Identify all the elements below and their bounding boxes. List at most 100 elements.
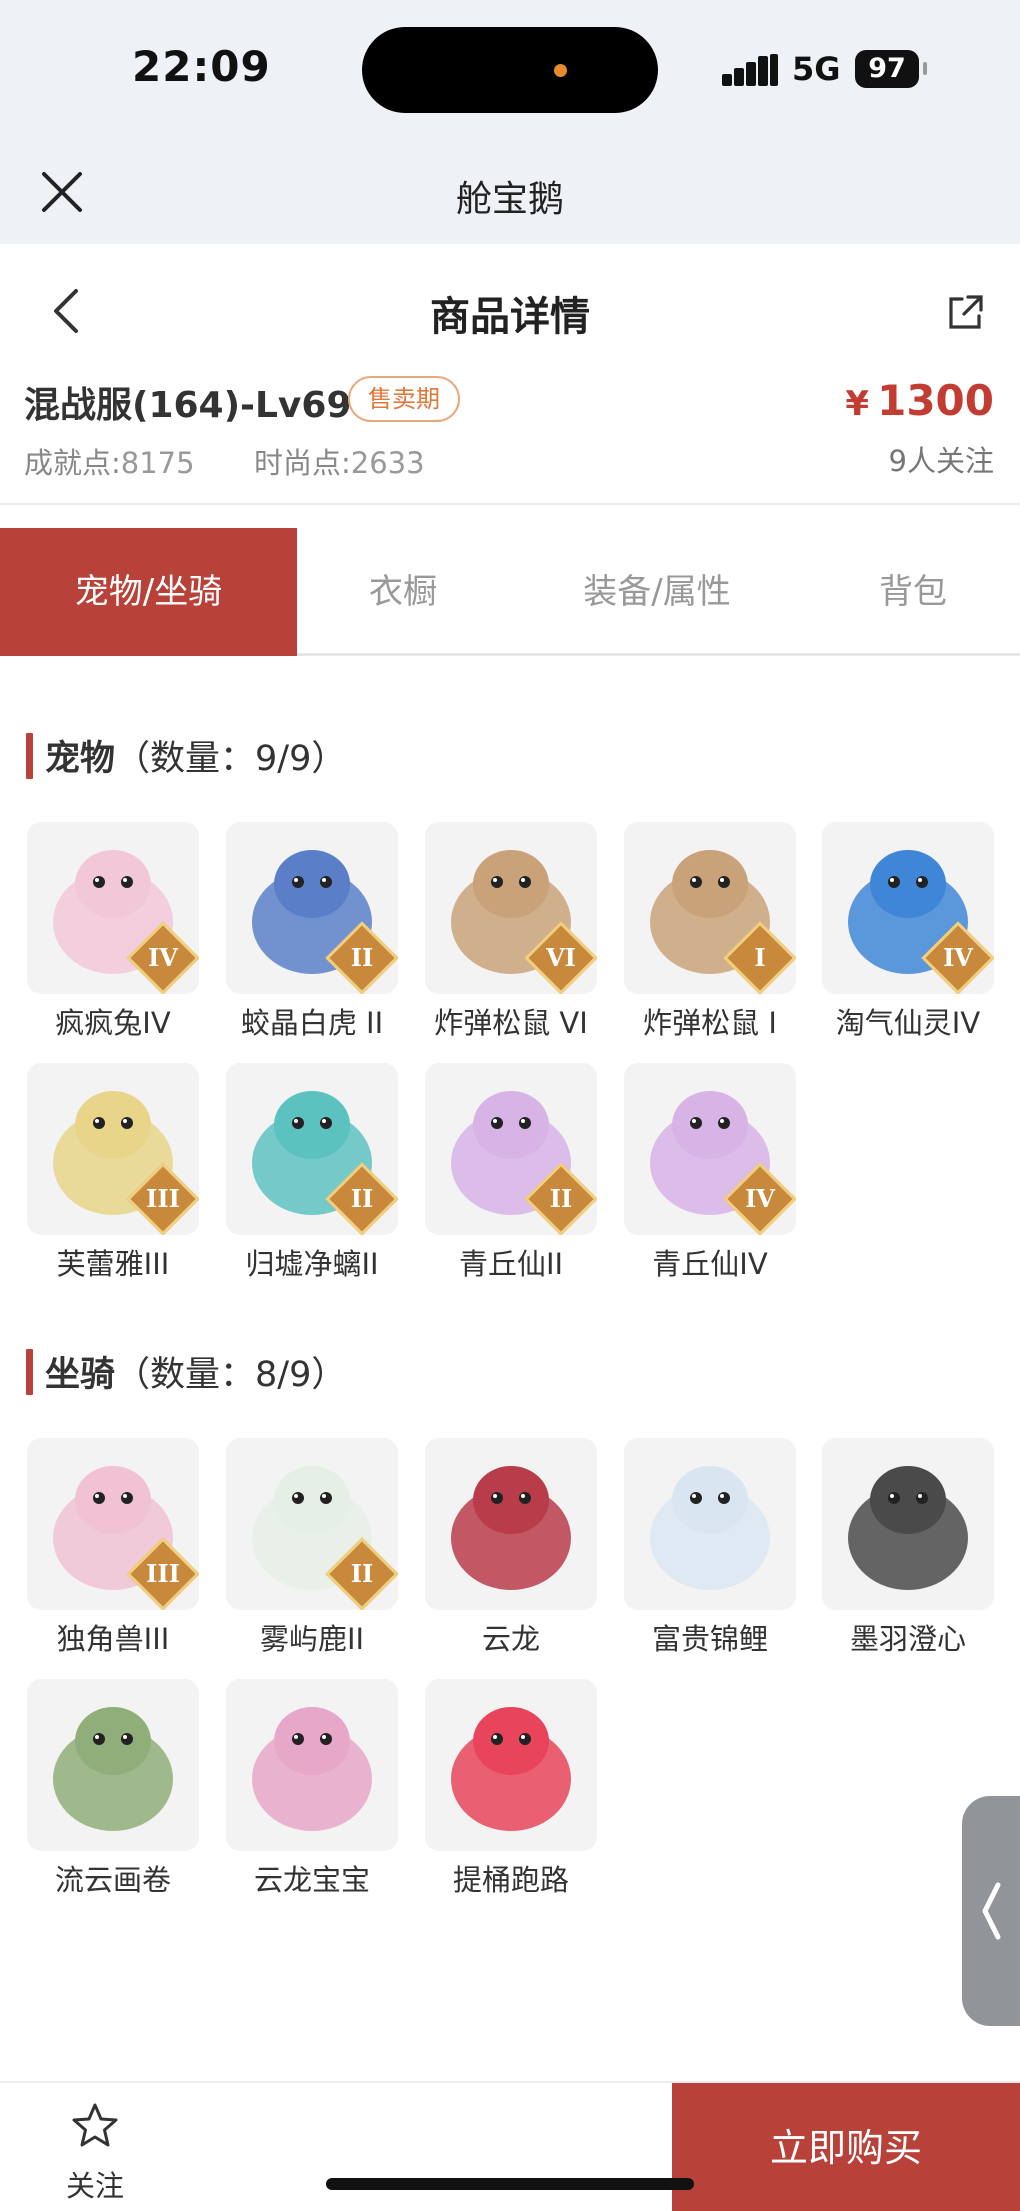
item-thumbnail: [226, 1679, 398, 1851]
item-thumbnail: II: [425, 1063, 597, 1235]
side-drawer-handle[interactable]: [962, 1796, 1020, 2026]
pet-item[interactable]: IV 青丘仙IV: [619, 1063, 801, 1283]
pet-item[interactable]: VI 炸弹松鼠 VI: [420, 822, 602, 1042]
item-name: 蛟晶白虎 II: [240, 1006, 384, 1040]
item-thumbnail: IV: [822, 822, 994, 994]
item-name: 云龙宝宝: [253, 1863, 370, 1897]
ink-feather-mount-icon: [848, 1466, 968, 1590]
item-name: 独角兽III: [56, 1622, 170, 1656]
item-thumbnail: [425, 1679, 597, 1851]
chevron-left-icon: [982, 1882, 1001, 1940]
tab-wardrobe[interactable]: 衣橱: [310, 528, 496, 656]
mount-item[interactable]: 云龙: [420, 1438, 602, 1658]
item-name: 云龙: [481, 1622, 540, 1656]
pet-item[interactable]: IV 疯疯兔IV: [22, 822, 204, 1042]
mount-item[interactable]: III 独角兽III: [22, 1438, 204, 1658]
mount-item[interactable]: 云龙宝宝: [221, 1679, 403, 1899]
item-thumbnail: IV: [624, 1063, 796, 1235]
item-thumbnail: VI: [425, 822, 597, 994]
page-header: 商品详情: [0, 244, 1020, 376]
bucket-mount-icon: [451, 1707, 571, 1831]
item-thumbnail: III: [27, 1063, 199, 1235]
item-name: 雾屿鹿II: [259, 1622, 365, 1656]
share-icon[interactable]: [948, 294, 984, 330]
close-icon[interactable]: [38, 168, 86, 216]
dynamic-island: [362, 27, 658, 113]
item-thumbnail: [822, 1438, 994, 1610]
buy-now-button[interactable]: 立即购买: [672, 2083, 1020, 2211]
bottom-action-bar: 关注 立即购买: [0, 2081, 1020, 2211]
battery-icon: 97: [855, 50, 919, 88]
tab-bar: 宠物/坐骑 衣橱 装备/属性 背包: [0, 528, 1020, 656]
item-name: 炸弹松鼠 VI: [434, 1006, 588, 1040]
status-badge: 售卖期: [348, 376, 460, 422]
pet-item[interactable]: II 归墟净螭II: [221, 1063, 403, 1283]
item-name: 芙蕾雅III: [56, 1247, 170, 1281]
miniprogram-header: 舱宝鹅: [0, 140, 1020, 244]
status-bar: 22:09 5G 97: [0, 0, 1020, 140]
mount-item[interactable]: 富贵锦鲤: [619, 1438, 801, 1658]
tab-backpack[interactable]: 背包: [820, 528, 1006, 656]
home-indicator: [326, 2178, 694, 2190]
signal-icon: [722, 54, 780, 86]
item-name: 归墟净螭II: [245, 1247, 379, 1281]
grade-text: III: [146, 1559, 180, 1588]
mount-item[interactable]: 流云画卷: [22, 1679, 204, 1899]
item-name: 青丘仙II: [458, 1247, 564, 1281]
item-name: 墨羽澄心: [849, 1622, 966, 1656]
divider: [0, 503, 1020, 505]
item-thumbnail: [425, 1438, 597, 1610]
star-icon: [72, 2103, 118, 2147]
follower-count: 9人关注: [888, 444, 994, 478]
grade-text: IV: [148, 943, 178, 972]
item-name: 富贵锦鲤: [651, 1622, 768, 1656]
pet-item[interactable]: IV 淘气仙灵IV: [817, 822, 999, 1042]
page-title: 商品详情: [430, 294, 590, 340]
tab-equipment[interactable]: 装备/属性: [530, 528, 784, 656]
mount-item[interactable]: 墨羽澄心: [817, 1438, 999, 1658]
item-name: 提桶跑路: [452, 1863, 569, 1897]
baby-dragon-mount-icon: [252, 1707, 372, 1831]
item-thumbnail: I: [624, 822, 796, 994]
grade-text: I: [754, 943, 766, 972]
battery-tip: [923, 62, 927, 75]
grade-text: II: [350, 1559, 374, 1588]
miniprogram-title: 舱宝鹅: [455, 179, 564, 220]
achievement-points: 成就点:8175: [24, 446, 195, 480]
item-name: 炸弹松鼠 I: [643, 1006, 777, 1040]
price: ¥1300: [845, 376, 994, 425]
item-thumbnail: III: [27, 1438, 199, 1610]
mount-item[interactable]: 提桶跑路: [420, 1679, 602, 1899]
item-name: 流云画卷: [54, 1863, 171, 1897]
grade-text: II: [350, 1184, 374, 1213]
pet-item[interactable]: I 炸弹松鼠 I: [619, 822, 801, 1042]
privacy-indicator-dot: [554, 64, 567, 77]
item-thumbnail: [624, 1438, 796, 1610]
grade-text: IV: [745, 1184, 775, 1213]
pet-item[interactable]: III 芙蕾雅III: [22, 1063, 204, 1283]
grade-text: II: [549, 1184, 573, 1213]
follow-label: 关注: [65, 2169, 124, 2203]
grade-text: VI: [546, 943, 576, 972]
item-thumbnail: II: [226, 1063, 398, 1235]
network-type: 5G: [792, 50, 841, 88]
item-name: 青丘仙IV: [652, 1247, 768, 1281]
follow-button[interactable]: 关注: [40, 2083, 150, 2211]
pet-item[interactable]: II 青丘仙II: [420, 1063, 602, 1283]
product-name: 混战服(164)-Lv69: [24, 385, 352, 426]
cloud-dragon-mount-icon: [451, 1466, 571, 1590]
status-time: 22:09: [132, 42, 271, 91]
tab-pets-mounts[interactable]: 宠物/坐骑: [0, 528, 297, 656]
price-value: 1300: [877, 376, 994, 425]
pets-section-title: 宠物 （数量：9/9）: [26, 730, 346, 781]
bamboo-scroll-mount-icon: [53, 1707, 173, 1831]
pet-item[interactable]: II 蛟晶白虎 II: [221, 822, 403, 1042]
fashion-points: 时尚点:2633: [254, 446, 425, 480]
grade-text: III: [146, 1184, 180, 1213]
item-thumbnail: [27, 1679, 199, 1851]
koi-mount-icon: [650, 1466, 770, 1590]
item-thumbnail: II: [226, 822, 398, 994]
mount-item[interactable]: II 雾屿鹿II: [221, 1438, 403, 1658]
grade-text: II: [350, 943, 374, 972]
section-accent-bar: [26, 732, 33, 779]
